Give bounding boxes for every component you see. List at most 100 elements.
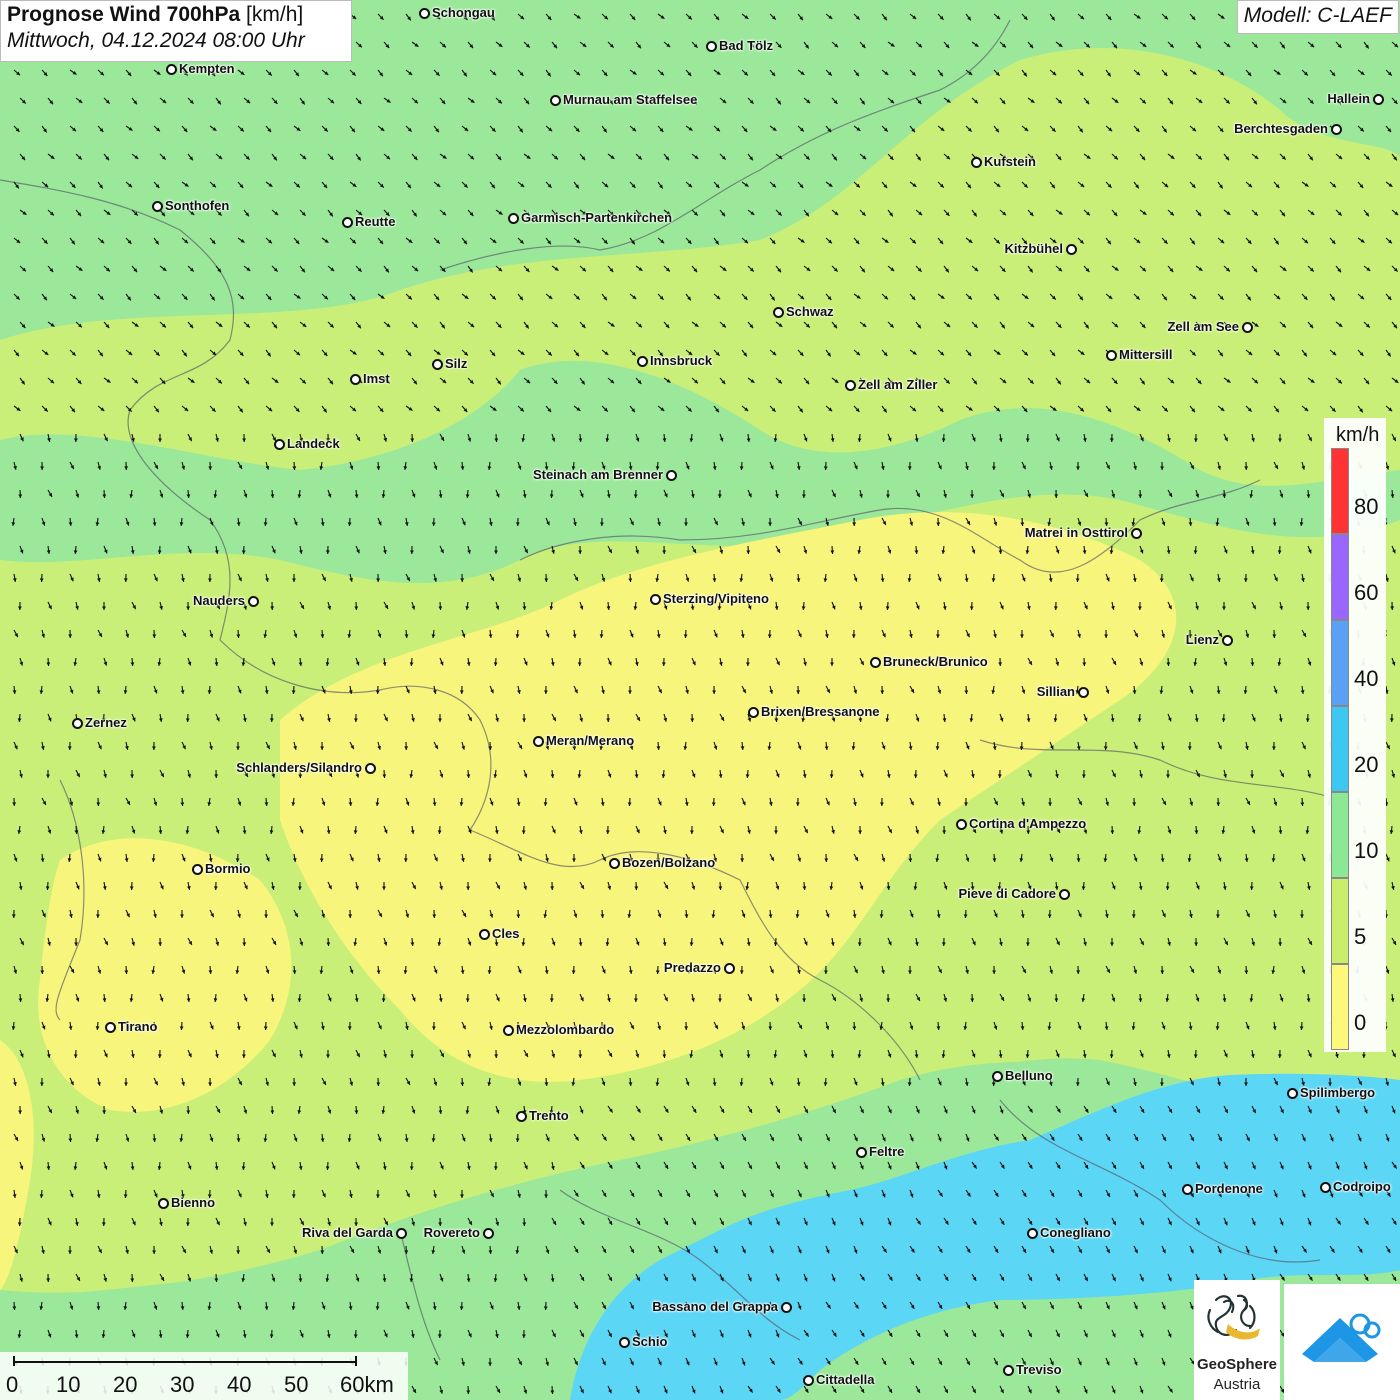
city-label: Zernez bbox=[85, 715, 127, 730]
legend-color-band bbox=[1331, 878, 1349, 964]
city-label: Codroipo bbox=[1333, 1179, 1391, 1194]
city-label: Bassano del Grappa bbox=[652, 1299, 778, 1314]
city-marker bbox=[619, 1337, 630, 1348]
geosphere-name-line2: Austria bbox=[1213, 1376, 1261, 1393]
legend-tick-label: 40 bbox=[1354, 666, 1379, 691]
city-label: Hallein bbox=[1327, 91, 1370, 106]
city-marker bbox=[516, 1111, 527, 1122]
city-label: Bormio bbox=[205, 861, 251, 876]
scale-tick-label: 20 bbox=[113, 1372, 138, 1397]
map-title-box: Prognose Wind 700hPa [km/h] Mittwoch, 04… bbox=[0, 0, 352, 62]
city-marker bbox=[1287, 1088, 1298, 1099]
city-label: Schio bbox=[632, 1334, 668, 1349]
city-marker bbox=[748, 707, 759, 718]
city-label: Mezzolombardo bbox=[516, 1022, 615, 1037]
legend-tick-label: 0 bbox=[1354, 1010, 1367, 1035]
city-marker bbox=[1131, 528, 1142, 539]
city-label: Meran/Merano bbox=[546, 733, 635, 748]
city-marker bbox=[956, 819, 967, 830]
city-label: Mittersill bbox=[1119, 347, 1173, 362]
city-marker bbox=[1331, 124, 1342, 135]
city-marker bbox=[1320, 1182, 1331, 1193]
city-marker bbox=[1078, 687, 1089, 698]
city-marker bbox=[706, 41, 717, 52]
city-marker bbox=[992, 1071, 1003, 1082]
city-marker bbox=[479, 929, 490, 940]
city-marker bbox=[342, 217, 353, 228]
city-marker bbox=[105, 1022, 116, 1033]
city-marker bbox=[803, 1375, 814, 1386]
cloud-arrow-logo-icon bbox=[1302, 1313, 1381, 1362]
city-marker bbox=[72, 718, 83, 729]
scale-bar-line bbox=[13, 1356, 357, 1366]
city-marker bbox=[1182, 1184, 1193, 1195]
city-label: Belluno bbox=[1005, 1068, 1053, 1083]
city-label: Bruneck/Brunico bbox=[883, 654, 988, 669]
city-marker bbox=[350, 374, 361, 385]
city-marker bbox=[971, 157, 982, 168]
city-marker bbox=[773, 307, 784, 318]
scale-tick-label: 40 bbox=[227, 1372, 252, 1397]
city-marker bbox=[1003, 1365, 1014, 1376]
city-marker bbox=[396, 1228, 407, 1239]
legend-color-band bbox=[1331, 964, 1349, 1050]
city-marker bbox=[724, 963, 735, 974]
city-marker bbox=[637, 356, 648, 367]
model-label: Modell: C-LAEF bbox=[1236, 0, 1399, 34]
color-legend: km/h 80 60 40 20 10 5 0 bbox=[1324, 418, 1386, 1052]
city-marker bbox=[1059, 889, 1070, 900]
city-label: Silz bbox=[445, 356, 468, 371]
city-marker bbox=[666, 470, 677, 481]
legend-color-band bbox=[1331, 792, 1349, 878]
scale-bar: 0 10 20 30 40 50 60km bbox=[0, 1352, 408, 1400]
city-label: Landeck bbox=[287, 436, 340, 451]
city-label: Cles bbox=[492, 926, 520, 941]
city-marker bbox=[248, 596, 259, 607]
city-label: Zell am See bbox=[1167, 319, 1239, 334]
city-marker bbox=[1242, 322, 1253, 333]
city-marker bbox=[650, 594, 661, 605]
city-label: Schlanders/Silandro bbox=[236, 760, 362, 775]
city-label: Feltre bbox=[869, 1144, 905, 1159]
city-label: Sterzing/Vipiteno bbox=[663, 591, 769, 606]
legend-tick-label: 80 bbox=[1354, 494, 1379, 519]
city-label: Schongau bbox=[432, 5, 495, 20]
legend-color-band bbox=[1331, 448, 1349, 534]
city-marker bbox=[503, 1025, 514, 1036]
city-label: Kufstein bbox=[984, 154, 1036, 169]
city-marker bbox=[432, 359, 443, 370]
geosphere-mark-icon bbox=[1207, 1294, 1260, 1340]
city-label: Lienz bbox=[1185, 632, 1219, 647]
city-label: Trento bbox=[529, 1108, 569, 1123]
city-label: Rovereto bbox=[423, 1225, 480, 1240]
city-marker bbox=[533, 736, 544, 747]
city-marker bbox=[609, 858, 620, 869]
legend-color-band bbox=[1331, 534, 1349, 620]
city-label: Bad Tölz bbox=[719, 38, 774, 53]
city-label: Garmisch-Partenkirchen bbox=[521, 210, 673, 225]
city-label: Innsbruck bbox=[650, 353, 713, 368]
city-marker bbox=[192, 864, 203, 875]
city-label: Spilimbergo bbox=[1300, 1085, 1376, 1100]
legend-tick-label: 60 bbox=[1354, 580, 1379, 605]
geosphere-logo[interactable]: GeoSphere Austria bbox=[1194, 1280, 1280, 1400]
city-marker bbox=[550, 95, 561, 106]
legend-color-band bbox=[1331, 620, 1349, 706]
city-marker bbox=[274, 439, 285, 450]
city-label: Brixen/Bressanone bbox=[761, 704, 880, 719]
city-label: Predazzo bbox=[663, 960, 721, 975]
city-label: Bienno bbox=[171, 1195, 216, 1210]
city-label: Murnau am Staffelsee bbox=[563, 92, 698, 107]
city-label: Zell am Ziller bbox=[858, 377, 938, 392]
legend-tick-label: 5 bbox=[1354, 924, 1367, 949]
legend-tick-label: 20 bbox=[1354, 752, 1379, 777]
city-marker bbox=[166, 64, 177, 75]
city-label: Bozen/Bolzano bbox=[622, 855, 716, 870]
app-logo[interactable] bbox=[1284, 1284, 1400, 1400]
city-label: Nauders bbox=[192, 593, 245, 608]
scale-tick-label: 30 bbox=[170, 1372, 195, 1397]
legend-unit: km/h bbox=[1336, 424, 1380, 446]
scale-tick-label: 0 bbox=[6, 1372, 19, 1397]
scale-tick-label: 60km bbox=[340, 1372, 394, 1397]
city-marker bbox=[845, 380, 856, 391]
